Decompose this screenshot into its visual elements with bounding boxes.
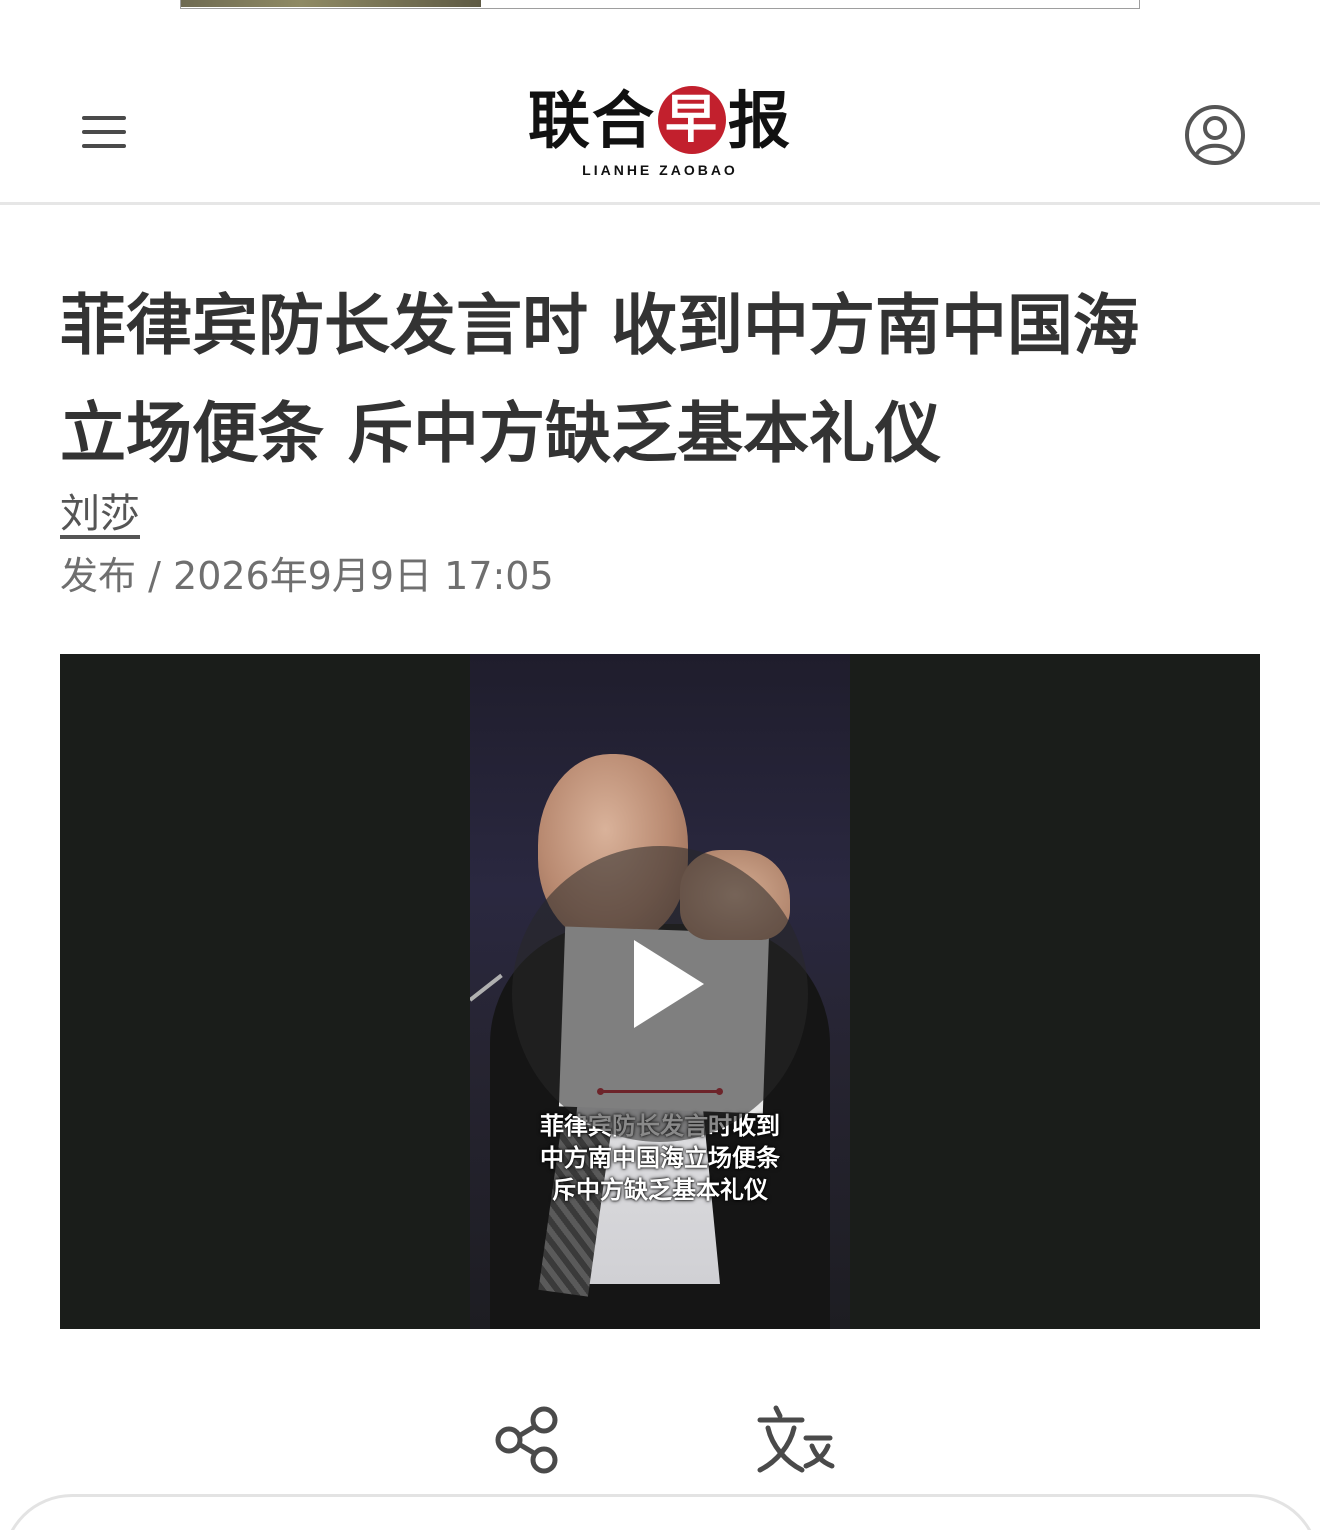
share-button[interactable]	[488, 1400, 568, 1480]
logo-char: 合	[591, 84, 656, 157]
translate-icon	[757, 1405, 835, 1473]
user-account-icon	[1185, 105, 1245, 165]
publish-separator: /	[148, 554, 161, 598]
hamburger-menu-icon-line	[82, 144, 126, 148]
logo-char: 报	[728, 84, 793, 157]
logo-char-red-circle: 早	[658, 86, 726, 154]
article-title: 菲律宾防长发言时 收到中方南中国海 立场便条 斥中方缺乏基本礼仪	[60, 272, 1260, 488]
video-player[interactable]: 菲律宾防长发言时收到 中方南中国海立场便条 斥中方缺乏基本礼仪	[60, 654, 1260, 1329]
translate-button[interactable]	[754, 1400, 838, 1480]
site-header: 联合早报 LIANHE ZAOBAO	[0, 62, 1320, 205]
logo-english: LIANHE ZAOBAO	[582, 162, 738, 178]
bottom-sheet[interactable]	[2, 1494, 1320, 1530]
thumbnail-microphone	[470, 973, 503, 1002]
hamburger-menu-icon-line	[82, 130, 126, 134]
page: 联合早报 LIANHE ZAOBAO 菲律宾防长发言时 收到中方南中国海 立场便…	[0, 0, 1320, 1530]
author-link[interactable]: 刘莎	[60, 488, 140, 540]
account-button[interactable]	[1184, 104, 1246, 166]
hamburger-menu-icon	[82, 116, 126, 120]
video-caption-line: 中方南中国海立场便条	[540, 1144, 780, 1172]
advertisement-banner[interactable]	[180, 0, 1140, 9]
menu-button[interactable]	[76, 108, 132, 156]
share-icon	[495, 1406, 558, 1474]
article-title-line: 立场便条 斥中方缺乏基本礼仪	[60, 395, 941, 472]
logo-chinese: 联合早报	[500, 86, 820, 156]
advertisement-image[interactable]	[181, 0, 481, 7]
publish-datetime: 2026年9月9日 17:05	[173, 554, 554, 598]
article-title-line: 菲律宾防长发言时 收到中方南中国海	[60, 287, 1139, 364]
play-icon	[634, 940, 704, 1028]
publish-info: 发布 / 2026年9月9日 17:05	[60, 550, 554, 602]
publish-label: 发布	[60, 554, 137, 598]
article-actions	[0, 1396, 1320, 1486]
site-logo[interactable]: 联合早报 LIANHE ZAOBAO	[500, 86, 820, 186]
video-caption-line: 斥中方缺乏基本礼仪	[552, 1176, 768, 1204]
logo-char: 联	[527, 84, 592, 157]
play-button[interactable]	[512, 846, 808, 1142]
